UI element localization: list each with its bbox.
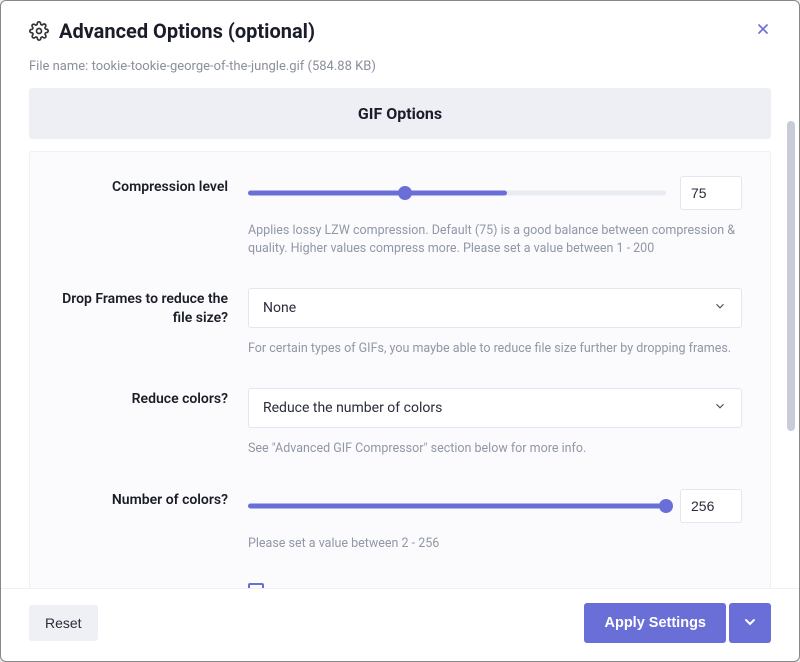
slider-thumb[interactable] <box>398 186 412 200</box>
num-colors-row: Number of colors? Please set a value bet… <box>58 489 742 553</box>
drop-frames-row: Drop Frames to reduce the file size? Non… <box>58 288 742 358</box>
slider-thumb[interactable] <box>659 499 673 513</box>
apply-settings-button[interactable]: Apply Settings <box>584 603 726 643</box>
chevron-down-icon <box>742 614 758 633</box>
num-colors-help: Please set a value between 2 - 256 <box>248 535 742 553</box>
compression-slider[interactable] <box>248 185 666 201</box>
reduce-colors-row: Reduce colors? Reduce the number of colo… <box>58 388 742 458</box>
close-button[interactable] <box>749 17 777 45</box>
apply-dropdown-button[interactable] <box>729 603 771 643</box>
drop-frames-select[interactable]: None <box>248 288 742 328</box>
compression-help: Applies lossy LZW compression. Default (… <box>248 222 742 258</box>
truncated-option-row <box>58 583 742 588</box>
reduce-colors-label: Reduce colors? <box>58 388 228 458</box>
chevron-down-icon <box>713 299 727 317</box>
num-colors-slider[interactable] <box>248 498 666 514</box>
reduce-colors-selected: Reduce the number of colors <box>263 400 442 416</box>
modal-footer: Reset Apply Settings <box>1 588 799 661</box>
file-name-label: File name: <box>29 59 88 74</box>
drop-frames-label: Drop Frames to reduce the file size? <box>58 288 228 358</box>
advanced-options-modal: Advanced Options (optional) File name: t… <box>0 0 800 662</box>
chevron-down-icon <box>713 399 727 417</box>
file-name-value: tookie-tookie-george-of-the-jungle.gif (… <box>92 59 376 74</box>
reset-button[interactable]: Reset <box>29 605 98 641</box>
close-icon <box>755 21 771 41</box>
apply-button-group: Apply Settings <box>584 603 771 643</box>
num-colors-label: Number of colors? <box>58 489 228 553</box>
drop-frames-help: For certain types of GIFs, you maybe abl… <box>248 340 742 358</box>
compression-row: Compression level Applies lossy LZW comp… <box>58 176 742 258</box>
drop-frames-selected: None <box>263 300 296 316</box>
modal-title: Advanced Options (optional) <box>59 19 315 43</box>
checkbox[interactable] <box>248 583 264 588</box>
compression-label: Compression level <box>58 176 228 258</box>
options-panel: Compression level Applies lossy LZW comp… <box>29 151 771 588</box>
scrollbar-thumb[interactable] <box>787 121 795 431</box>
gear-icon <box>29 21 49 41</box>
modal-header: Advanced Options (optional) <box>1 1 799 55</box>
reduce-colors-help: See "Advanced GIF Compressor" section be… <box>248 440 742 458</box>
num-colors-value-input[interactable] <box>680 489 742 523</box>
reduce-colors-select[interactable]: Reduce the number of colors <box>248 388 742 428</box>
modal-body: GIF Options Compression level Applies lo… <box>1 88 799 588</box>
section-title: GIF Options <box>29 88 771 139</box>
compression-value-input[interactable] <box>680 176 742 210</box>
file-name-line: File name: tookie-tookie-george-of-the-j… <box>1 55 799 88</box>
